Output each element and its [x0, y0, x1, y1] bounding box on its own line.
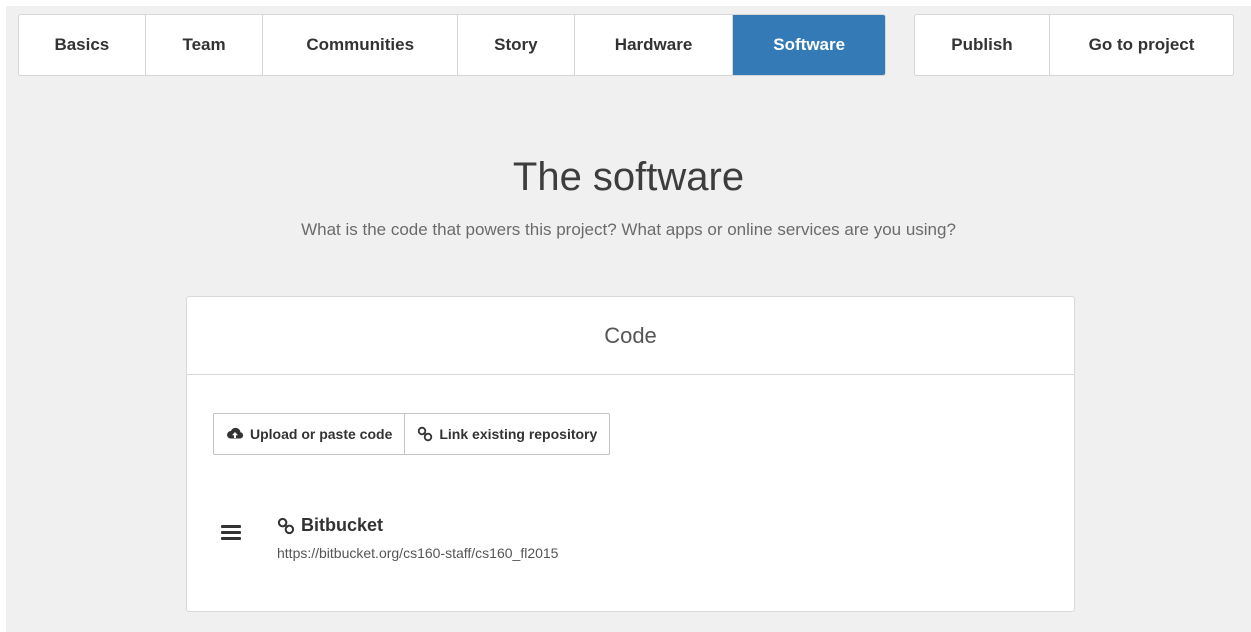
- project-steps-nav: Basics Team Communities Story Hardware S…: [18, 14, 886, 76]
- repository-name-label: Bitbucket: [301, 515, 384, 535]
- link-repository-button[interactable]: Link existing repository: [404, 414, 609, 454]
- publish-button[interactable]: Publish: [915, 15, 1050, 75]
- repository-url: https://bitbucket.org/cs160-staff/cs160_…: [277, 545, 559, 561]
- editor-canvas: Basics Team Communities Story Hardware S…: [6, 6, 1251, 632]
- link-repository-label: Link existing repository: [439, 426, 598, 442]
- project-actions-nav: Publish Go to project: [914, 14, 1234, 76]
- tab-story[interactable]: Story: [458, 15, 575, 75]
- tab-team[interactable]: Team: [146, 15, 264, 75]
- page-subtitle: What is the code that powers this projec…: [301, 220, 956, 239]
- go-to-project-button[interactable]: Go to project: [1050, 15, 1233, 75]
- upload-code-label: Upload or paste code: [250, 426, 393, 442]
- upload-code-button[interactable]: Upload or paste code: [214, 414, 404, 454]
- tab-hardware[interactable]: Hardware: [575, 15, 734, 75]
- tab-software[interactable]: Software: [733, 15, 885, 75]
- code-card-header: Code: [187, 297, 1074, 375]
- tab-basics[interactable]: Basics: [19, 15, 146, 75]
- cloud-upload-icon: [227, 427, 244, 439]
- code-card: Code Upload or paste code Link existing …: [186, 296, 1075, 612]
- list-item: Bitbucket https://bitbucket.org/cs160-st…: [217, 511, 1037, 571]
- link-icon: [418, 426, 433, 442]
- code-actions-group: Upload or paste code Link existing repos…: [213, 413, 611, 455]
- link-icon: [277, 517, 295, 534]
- tab-communities[interactable]: Communities: [263, 15, 458, 75]
- page-title: The software: [512, 155, 745, 199]
- drag-handle-icon[interactable]: [221, 525, 241, 541]
- repository-name: Bitbucket: [277, 515, 383, 536]
